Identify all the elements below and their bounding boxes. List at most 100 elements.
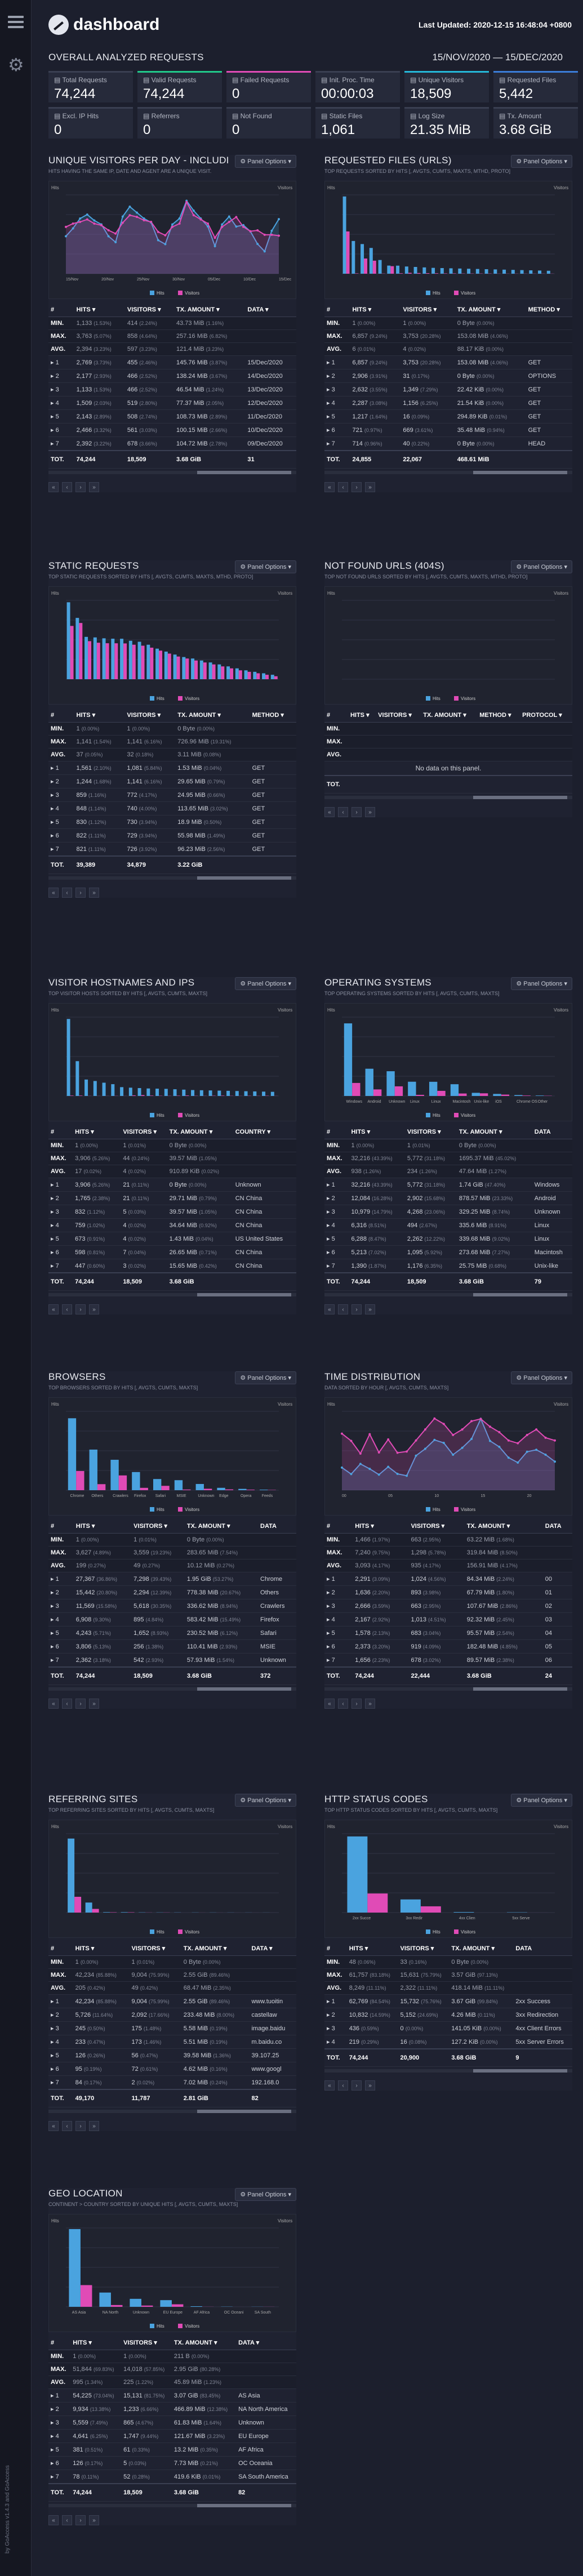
page-last-button[interactable]: » (89, 2515, 99, 2525)
table-row[interactable]: ▸ 4 1,509 (2.03%) 519 (2.80%) 77.37 MiB (2.… (48, 396, 296, 410)
column-header[interactable]: DATA (542, 1519, 572, 1534)
table-row[interactable]: ▸ 7 447 (0.60%) 3 (0.02%) 15.65 MiB (0.42%)… (48, 1259, 296, 1273)
page-first-button[interactable]: « (48, 888, 59, 898)
page-last-button[interactable]: » (365, 2080, 375, 2091)
table-row[interactable]: ▸ 1 62,769 (84.54%) 15,732 (75.76%) 3.67 Gi… (324, 1994, 572, 2008)
table-row[interactable]: ▸ 5 126 (0.26%) 56 (0.47%) 39.58 MiB (1.36%… (48, 2048, 296, 2062)
column-header[interactable]: METHOD ▾ (526, 302, 572, 317)
table-scrollbar[interactable] (324, 2069, 572, 2073)
column-header[interactable]: VISITORS ▾ (124, 302, 175, 317)
table-row[interactable]: ▸ 3 11,569 (15.58%) 5,618 (30.35%) 336.62 M… (48, 1599, 296, 1613)
table-row[interactable]: ▸ 7 2,362 (3.18%) 542 (2.93%) 57.93 MiB (1.… (48, 1653, 296, 1668)
panel-options-button[interactable]: ⚙ Panel Options ▾ (235, 977, 296, 990)
column-header[interactable]: METHOD ▾ (250, 708, 296, 723)
panel-options-button[interactable]: ⚙ Panel Options ▾ (235, 1371, 296, 1384)
table-row[interactable]: ▸ 2 1,244 (1.68%) 1,141 (6.16%) 29.65 MiB (… (48, 774, 296, 788)
page-first-button[interactable]: « (324, 1304, 335, 1314)
table-scrollbar[interactable] (324, 796, 572, 799)
column-header[interactable]: COUNTRY ▾ (233, 1125, 296, 1139)
page-last-button[interactable]: » (89, 1304, 99, 1314)
table-row[interactable]: ▸ 4 6,316 (8.51%) 494 (2.67%) 335.6 MiB (8.… (324, 1218, 572, 1232)
table-row[interactable]: ▸ 2 10,832 (14.59%) 5,152 (24.69%) 4.26 MiB… (324, 2008, 572, 2022)
page-first-button[interactable]: « (324, 2080, 335, 2091)
page-prev-button[interactable]: ‹ (62, 482, 72, 492)
panel-options-button[interactable]: ⚙ Panel Options ▾ (235, 2188, 296, 2201)
gear-icon[interactable]: ⚙ (8, 54, 24, 75)
page-next-button[interactable]: › (75, 888, 86, 898)
table-row[interactable]: ▸ 5 1,578 (2.13%) 683 (3.04%) 95.57 MiB (2.… (324, 1626, 572, 1640)
column-header[interactable]: TX. AMOUNT ▾ (171, 2336, 237, 2350)
table-row[interactable]: ▸ 6 721 (0.97%) 669 (3.61%) 35.48 MiB (0.94… (324, 423, 572, 437)
table-row[interactable]: ▸ 1 6,857 (9.24%) 3,753 (20.28%) 153.08 MiB… (324, 355, 572, 369)
column-header[interactable]: TX. AMOUNT ▾ (456, 1125, 532, 1139)
page-next-button[interactable]: › (75, 1304, 86, 1314)
column-header[interactable]: TX. AMOUNT ▾ (181, 1941, 250, 1956)
page-last-button[interactable]: » (365, 1699, 375, 1709)
table-row[interactable]: ▸ 3 245 (0.50%) 175 (1.48%) 5.58 MiB (0.19%… (48, 2021, 296, 2035)
table-row[interactable]: ▸ 6 2,466 (3.32%) 561 (3.03%) 100.15 MiB (2… (48, 423, 296, 437)
column-header[interactable]: TX. AMOUNT ▾ (184, 1519, 259, 1534)
table-row[interactable]: ▸ 1 1,561 (2.10%) 1,081 (5.84%) 1.53 MiB (0… (48, 761, 296, 775)
table-row[interactable]: ▸ 2 9,934 (13.38%) 1,233 (6.66%) 466.89 MiB… (48, 2402, 296, 2416)
table-row[interactable]: ▸ 7 714 (0.96%) 40 (0.22%) 0 Byte (0.00%) HE… (324, 436, 572, 451)
column-header[interactable]: TX. AMOUNT ▾ (175, 708, 250, 723)
panel-options-button[interactable]: ⚙ Panel Options ▾ (235, 1794, 296, 1807)
column-header[interactable]: VISITORS ▾ (404, 1125, 457, 1139)
table-row[interactable]: ▸ 5 2,143 (2.89%) 508 (2.74%) 108.73 MiB (2… (48, 409, 296, 424)
column-header[interactable]: VISITORS ▾ (124, 708, 176, 723)
table-row[interactable]: ▸ 6 3,806 (5.13%) 256 (1.38%) 110.41 MiB (2… (48, 1639, 296, 1654)
page-last-button[interactable]: » (89, 1699, 99, 1709)
table-row[interactable]: ▸ 1 42,234 (85.88%) 9,004 (75.99%) 2.55 GiB… (48, 1994, 296, 2008)
panel-options-button[interactable]: ⚙ Panel Options ▾ (235, 560, 296, 573)
page-last-button[interactable]: » (89, 2121, 99, 2131)
table-row[interactable]: ▸ 5 6,288 (8.47%) 2,262 (12.22%) 339.68 MiB… (324, 1232, 572, 1246)
panel-options-button[interactable]: ⚙ Panel Options ▾ (235, 155, 296, 168)
page-next-button[interactable]: › (351, 1304, 362, 1314)
table-row[interactable]: ▸ 6 822 (1.11%) 729 (3.94%) 55.98 MiB (1.49… (48, 828, 296, 843)
table-row[interactable]: ▸ 3 832 (1.12%) 5 (0.03%) 39.57 MiB (1.05%)… (48, 1205, 296, 1219)
column-header[interactable]: TX. AMOUNT ▾ (421, 708, 478, 723)
page-prev-button[interactable]: ‹ (338, 1304, 348, 1314)
column-header[interactable]: TX. AMOUNT ▾ (455, 302, 526, 317)
table-row[interactable]: ▸ 7 84 (0.17%) 2 (0.02%) 7.02 MiB (0.24%) 19… (48, 2075, 296, 2090)
column-header[interactable]: HITS ▾ (70, 2336, 122, 2350)
column-header[interactable]: VISITORS ▾ (400, 302, 455, 317)
table-row[interactable]: ▸ 2 5,726 (11.64%) 2,092 (17.66%) 233.48 Mi… (48, 2008, 296, 2022)
page-first-button[interactable]: « (324, 482, 335, 492)
page-next-button[interactable]: › (351, 482, 362, 492)
panel-options-button[interactable]: ⚙ Panel Options ▾ (511, 1371, 572, 1384)
table-row[interactable]: ▸ 6 5,213 (7.02%) 1,095 (5.92%) 273.68 MiB … (324, 1245, 572, 1259)
page-next-button[interactable]: › (351, 807, 362, 817)
page-prev-button[interactable]: ‹ (62, 2515, 72, 2525)
page-prev-button[interactable]: ‹ (62, 888, 72, 898)
table-row[interactable]: ▸ 5 381 (0.51%) 61 (0.33%) 13.2 MiB (0.35%)… (48, 2443, 296, 2457)
table-row[interactable]: ▸ 7 1,656 (2.23%) 678 (3.02%) 89.57 MiB (2.… (324, 1653, 572, 1668)
column-header[interactable]: HITS ▾ (346, 1941, 398, 1956)
table-row[interactable]: ▸ 3 10,979 (14.79%) 4,268 (23.06%) 329.25 M… (324, 1205, 572, 1219)
column-header[interactable]: HITS ▾ (348, 708, 376, 723)
column-header[interactable]: METHOD ▾ (477, 708, 520, 723)
table-row[interactable]: ▸ 2 1,636 (2.20%) 893 (3.98%) 67.79 MiB (1.… (324, 1585, 572, 1599)
table-row[interactable]: ▸ 5 673 (0.91%) 4 (0.02%) 1.43 MiB (0.04%) U… (48, 1232, 296, 1246)
table-row[interactable]: ▸ 1 32,216 (43.39%) 5,772 (31.18%) 1.74 GiB… (324, 1178, 572, 1192)
table-row[interactable]: ▸ 7 78 (0.11%) 52 (0.28%) 419.6 KiB (0.01%)… (48, 2470, 296, 2484)
page-prev-button[interactable]: ‹ (338, 2080, 348, 2091)
column-header[interactable]: TX. AMOUNT ▾ (464, 1519, 543, 1534)
column-header[interactable]: HITS ▾ (73, 1941, 130, 1956)
page-last-button[interactable]: » (365, 807, 375, 817)
table-row[interactable]: ▸ 5 830 (1.12%) 730 (3.94%) 18.9 MiB (0.50%… (48, 815, 296, 829)
table-row[interactable]: ▸ 2 15,442 (20.80%) 2,294 (12.39%) 778.38 M… (48, 1585, 296, 1599)
table-row[interactable]: ▸ 1 27,367 (36.86%) 7,298 (39.43%) 1.95 GiB… (48, 1572, 296, 1586)
table-row[interactable]: ▸ 3 1,133 (1.53%) 466 (2.52%) 46.54 MiB (1.… (48, 382, 296, 396)
table-scrollbar[interactable] (48, 1293, 296, 1296)
table-scrollbar[interactable] (48, 1687, 296, 1691)
table-row[interactable]: ▸ 7 2,392 (3.22%) 678 (3.66%) 104.72 MiB (2… (48, 436, 296, 451)
page-first-button[interactable]: « (48, 2515, 59, 2525)
column-header[interactable]: DATA (258, 1519, 296, 1534)
column-header[interactable]: HITS ▾ (349, 1125, 405, 1139)
column-header[interactable]: VISITORS ▾ (376, 708, 421, 723)
table-row[interactable]: ▸ 4 6,908 (9.30%) 895 (4.84%) 583.42 MiB (1… (48, 1612, 296, 1626)
table-row[interactable]: ▸ 7 821 (1.11%) 726 (3.92%) 96.23 MiB (2.56… (48, 842, 296, 857)
page-next-button[interactable]: › (75, 2515, 86, 2525)
table-row[interactable]: ▸ 2 2,177 (2.93%) 466 (2.52%) 138.24 MiB (3… (48, 369, 296, 383)
